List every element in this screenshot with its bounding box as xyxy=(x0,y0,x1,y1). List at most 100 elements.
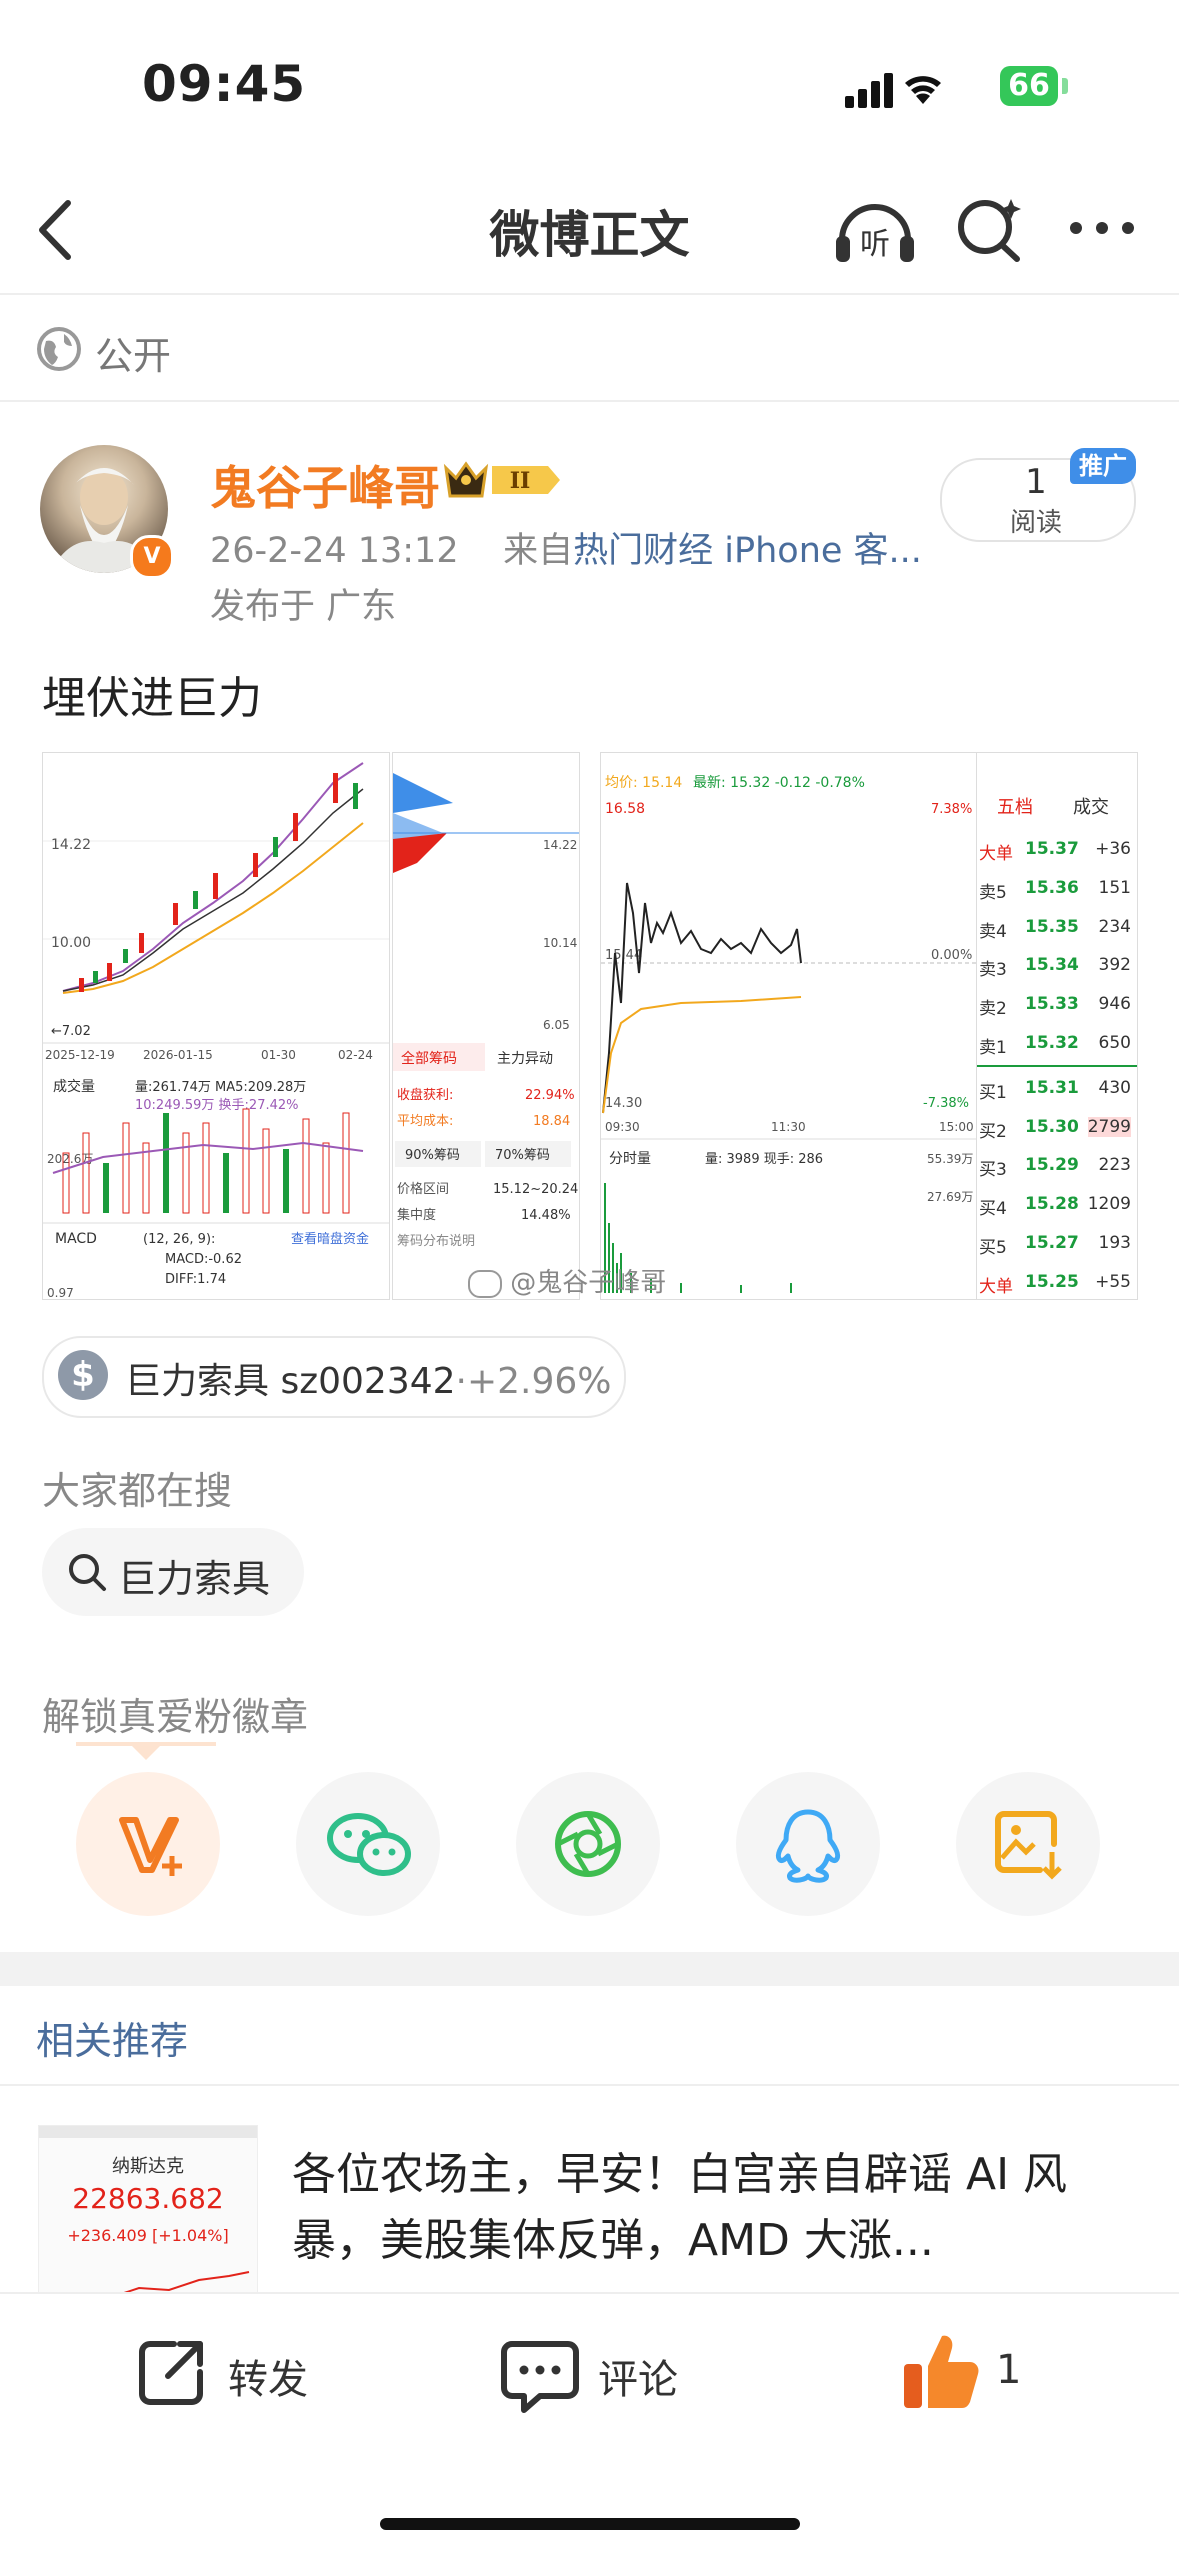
macd-axis: 0.97 xyxy=(47,1286,74,1299)
orderbook-row: 买5 15.27 193 xyxy=(977,1227,1137,1263)
related-thumbnail[interactable]: 纳斯达克 22863.682 +236.409 [+1.04%] xyxy=(38,2125,258,2307)
moments-icon xyxy=(555,1811,621,1877)
orderbook-row-price: 15.28 xyxy=(1025,1194,1079,1215)
orderbook-row-volume: +36 xyxy=(1095,839,1131,859)
orderbook-tab-five[interactable]: 五档 xyxy=(997,793,1033,819)
qq-button[interactable] xyxy=(736,1772,880,1916)
post-image-chips[interactable]: 14.22 10.14 6.05 全部筹码 主力异动 收盘获利: 22.94% … xyxy=(392,752,580,1300)
intraday-time-2: 11:30 xyxy=(771,1120,806,1134)
orderbook-separator xyxy=(977,1065,1137,1067)
related-headline[interactable]: 各位农场主，早安！白宫亲自辟谣 AI 风暴，美股集体反弹，AMD 大涨... xyxy=(292,2142,1142,2274)
orderbook-row-price: 15.37 xyxy=(1025,839,1079,859)
orderbook-row-label: 大单 xyxy=(979,1276,1013,1297)
chips-row3-label: 价格区间 xyxy=(397,1181,449,1197)
search-icon xyxy=(69,1554,106,1591)
orderbook-row-label: 卖1 xyxy=(979,1038,1007,1058)
intraday-avg: 均价: 15.14 xyxy=(605,775,682,791)
promo-badge[interactable]: 推广 xyxy=(1070,448,1136,484)
intraday-vol-text: 量: 3989 现手: 286 xyxy=(705,1152,823,1167)
macd-label: MACD xyxy=(55,1231,97,1247)
orderbook-row: 大单 15.25 +55 xyxy=(977,1266,1137,1299)
orderbook-row-price: 15.33 xyxy=(1025,994,1079,1015)
orderbook-row-price: 15.32 xyxy=(1025,1033,1079,1053)
related-title: 相关推荐 xyxy=(36,2019,189,2063)
more-icon[interactable] xyxy=(1068,218,1138,238)
comment-label[interactable]: 评论 xyxy=(598,2347,678,2405)
chips-y-3: 6.05 xyxy=(543,1018,570,1032)
intraday-mid-pct: 0.00% xyxy=(931,948,972,963)
repost-label[interactable]: 转发 xyxy=(228,2347,308,2405)
intraday-low-pct: -7.38% xyxy=(923,1096,969,1111)
post-image-intraday[interactable]: 均价: 15.14 最新: 15.32 -0.12 -0.78% 16.58 7… xyxy=(600,752,978,1300)
chips-y-2: 10.14 xyxy=(543,936,577,950)
source-link[interactable]: 热门财经 iPhone 客... xyxy=(573,531,922,571)
orderbook-row-label: 卖5 xyxy=(979,882,1007,903)
crown-level-icon: II xyxy=(443,461,560,498)
search-section-title: 大家都在搜 xyxy=(42,1469,233,1513)
intraday-latest: 最新: 15.32 -0.12 -0.78% xyxy=(693,775,865,791)
wechat-icon xyxy=(327,1813,411,1876)
post-image-orderbook[interactable]: 五档 成交 大单 15.37 +36 卖5 15.36 151 卖4 15.35 234 卖3 15… xyxy=(976,752,1138,1300)
orderbook-row-volume: 151 xyxy=(1098,877,1131,898)
orderbook-row: 买1 15.31 430 xyxy=(977,1072,1137,1108)
chips-row2-value: 18.84 xyxy=(533,1114,570,1129)
orderbook-row-volume: 1209 xyxy=(1087,1194,1131,1215)
svg-text:听: 听 xyxy=(860,227,890,262)
section-divider xyxy=(0,1952,1179,1986)
chips-row5-label: 筹码分布说明 xyxy=(397,1233,475,1249)
orderbook-row-volume: 2799 xyxy=(1087,1116,1131,1137)
like-icon[interactable] xyxy=(900,2328,980,2412)
orderbook-row: 卖2 15.33 946 xyxy=(977,988,1137,1024)
visibility-divider xyxy=(0,400,1179,402)
macd-link: 查看暗盘资金 xyxy=(291,1231,369,1247)
orderbook-row-price: 15.29 xyxy=(1025,1155,1079,1176)
intraday-high: 16.58 xyxy=(605,801,645,817)
author-name[interactable]: 鬼谷子峰哥 xyxy=(210,452,440,518)
orderbook-row-volume: 650 xyxy=(1098,1033,1131,1053)
home-indicator xyxy=(380,2518,800,2530)
search-icon[interactable] xyxy=(955,195,1025,265)
intraday-time-1: 09:30 xyxy=(605,1120,640,1134)
like-count[interactable]: 1 xyxy=(996,2347,1021,2393)
stock-tag-text: 巨力索具 sz002342·+2.96% xyxy=(125,1352,612,1404)
badge-pointer xyxy=(130,1744,162,1760)
intraday-vol-label: 分时量 xyxy=(609,1151,651,1167)
globe-icon xyxy=(37,327,81,371)
chips-row1-value: 22.94% xyxy=(525,1088,575,1103)
repost-icon[interactable] xyxy=(134,2334,210,2410)
orderbook-row-volume: 234 xyxy=(1098,916,1131,937)
orderbook-row-volume: 430 xyxy=(1098,1077,1131,1098)
battery-indicator: 66 xyxy=(1000,66,1058,106)
comment-icon[interactable] xyxy=(500,2338,580,2414)
save-image-button[interactable] xyxy=(956,1772,1100,1916)
orderbook-row: 买2 15.30 2799 xyxy=(977,1111,1137,1147)
post-image-kline[interactable]: 14.22 10.00 ←7.02 2025-12-19 2026-01-15 … xyxy=(42,752,390,1300)
wechat-button[interactable] xyxy=(296,1772,440,1916)
image-watermark: @鬼谷子峰哥 xyxy=(468,1262,666,1299)
kline-date-1: 2025-12-19 xyxy=(45,1048,115,1062)
intraday-low: 14.30 xyxy=(605,1096,642,1111)
thumb-value: 22863.682 xyxy=(72,2182,224,2215)
orderbook-row: 卖3 15.34 392 xyxy=(977,949,1137,985)
battery-nub xyxy=(1062,78,1068,94)
orderbook-row-price: 15.34 xyxy=(1025,955,1079,976)
verified-badge: V xyxy=(130,535,174,579)
diff-value: DIFF:1.74 xyxy=(165,1272,226,1287)
orderbook-row: 卖5 15.36 151 xyxy=(977,872,1137,908)
macd-value: MACD:-0.62 xyxy=(165,1252,242,1267)
listen-icon[interactable]: 听 xyxy=(832,192,918,268)
vip-card-button[interactable] xyxy=(76,1772,220,1916)
kline-y-high: 14.22 xyxy=(51,837,91,853)
source-prefix: 来自 xyxy=(503,531,574,571)
signal-wifi-icons xyxy=(845,73,941,108)
orderbook-row: 买3 15.29 223 xyxy=(977,1149,1137,1185)
moments-button[interactable] xyxy=(516,1772,660,1916)
orderbook-tab-trades[interactable]: 成交 xyxy=(1073,793,1109,819)
vol-label: 成交量 xyxy=(53,1078,95,1095)
kline-date-2: 2026-01-15 xyxy=(143,1048,213,1062)
orderbook-row: 买4 15.28 1209 xyxy=(977,1188,1137,1224)
stock-change: ·+2.96% xyxy=(455,1361,612,1402)
orderbook-row-label: 买4 xyxy=(979,1199,1007,1220)
post-timestamp: 26-2-24 13:12 xyxy=(210,531,459,571)
related-divider xyxy=(0,2084,1179,2086)
